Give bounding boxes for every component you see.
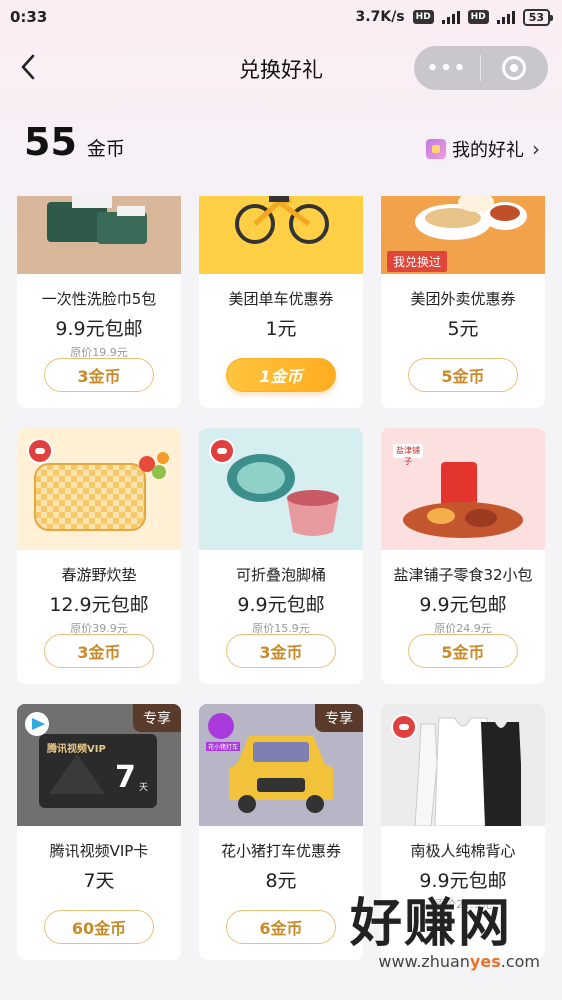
product-name: 可折叠泡脚桶	[235, 566, 326, 584]
redeem-button[interactable]: 5金币	[408, 634, 518, 668]
redeemed-ribbon: 我兑换过	[387, 251, 448, 272]
target-icon	[502, 56, 526, 80]
pig-caption: 花小猪打车	[206, 742, 241, 751]
product-price: 7天	[83, 870, 115, 892]
redeem-button[interactable]: 1金币	[226, 358, 336, 392]
product-grid-viewport[interactable]: 一次性洗脸巾5包 9.9元包邮 原价19.9元 3金币 美团单车优惠券 1元 1…	[0, 196, 562, 1000]
product-price: 8元	[265, 870, 297, 892]
close-miniprogram-button[interactable]	[481, 56, 547, 80]
product-price: 1元	[265, 318, 297, 340]
vip-days-number: 7	[115, 760, 136, 795]
redeem-button[interactable]: 60金币	[44, 910, 154, 944]
redeem-button[interactable]: 3金币	[44, 634, 154, 668]
product-image: 我兑换过	[381, 196, 545, 274]
product-price: 9.9元包邮	[55, 318, 143, 340]
product-image: 盐津铺子	[381, 428, 545, 550]
signal-icon	[441, 10, 460, 24]
product-card[interactable]: 我兑换过 美团外卖优惠券 5元 5金币	[381, 196, 545, 408]
product-card[interactable]: 可折叠泡脚桶 9.9元包邮 原价15.9元 3金币	[199, 428, 363, 684]
product-image	[17, 196, 181, 274]
redeem-button[interactable]: 3金币	[44, 358, 154, 392]
product-card[interactable]: 花小猪打车 专享 花小猪打车优惠券 8元 6金币	[199, 704, 363, 960]
product-card[interactable]: 春游野炊垫 12.9元包邮 原价39.9元 3金币	[17, 428, 181, 684]
product-image	[17, 428, 181, 550]
product-card[interactable]: 美团单车优惠券 1元 1金币	[199, 196, 363, 408]
brand-logo-icon	[209, 438, 235, 464]
chevron-right-icon: ›	[532, 137, 540, 161]
product-price: 9.9元包邮	[419, 870, 507, 892]
product-image	[199, 428, 363, 550]
exclusive-tag: 专享	[133, 704, 181, 732]
product-price: 9.9元包邮	[237, 594, 325, 616]
status-bar: 0:33 3.7K/s HD HD 53	[0, 0, 562, 34]
hd-icon-2: HD	[467, 10, 489, 24]
product-name: 盐津铺子零食32小包	[393, 566, 533, 584]
product-name: 美团外卖优惠券	[410, 290, 516, 308]
product-price: 12.9元包邮	[49, 594, 149, 616]
product-name: 腾讯视频VIP卡	[49, 842, 149, 860]
gift-box-icon	[426, 139, 446, 159]
product-name: 南极人纯棉背心	[410, 842, 516, 860]
product-card[interactable]: 盐津铺子 盐津铺子零食32小包 9.9元包邮 原价24.9元 5金币	[381, 428, 545, 684]
brand-logo-icon	[391, 714, 417, 740]
battery-icon: 53	[522, 8, 554, 26]
product-name: 春游野炊垫	[61, 566, 137, 584]
my-gifts-link[interactable]: 我的好礼 ›	[426, 136, 540, 162]
exclusive-tag: 专享	[315, 704, 363, 732]
coin-balance: 55 金币	[24, 120, 125, 164]
signal-icon-2	[496, 10, 515, 24]
coin-count: 55	[24, 120, 77, 164]
product-name: 美团单车优惠券	[228, 290, 334, 308]
snack-brand-label: 盐津铺子	[396, 446, 420, 466]
product-card[interactable]: 腾讯视频VIP 7 天 专享 腾讯视频VIP卡 7天 60金币	[17, 704, 181, 960]
miniprogram-capsule: •••	[414, 46, 548, 90]
watermark-text: 好赚网	[350, 894, 513, 954]
coin-unit: 金币	[86, 138, 125, 160]
product-card[interactable]: 一次性洗脸巾5包 9.9元包邮 原价19.9元 3金币	[17, 196, 181, 408]
network-speed: 3.7K/s	[355, 9, 405, 25]
brand-logo-icon	[27, 438, 53, 464]
product-price: 9.9元包邮	[419, 594, 507, 616]
nav-bar: 兑换好礼 •••	[0, 40, 562, 96]
redeem-button[interactable]: 6金币	[226, 910, 336, 944]
redeem-button[interactable]: 5金币	[408, 358, 518, 392]
status-indicators: 3.7K/s HD HD 53	[355, 8, 554, 26]
my-gifts-label: 我的好礼	[452, 140, 524, 161]
product-image: 腾讯视频VIP 7 天 专享	[17, 704, 181, 826]
product-image: 花小猪打车 专享	[199, 704, 363, 826]
more-menu-button[interactable]: •••	[414, 58, 480, 79]
status-time: 0:33	[10, 8, 48, 26]
product-image	[199, 196, 363, 274]
hd-icon: HD	[412, 10, 434, 24]
product-name: 花小猪打车优惠券	[220, 842, 341, 860]
watermark-url: www.zhuanyes.com	[378, 952, 540, 971]
vip-days-unit: 天	[139, 783, 149, 793]
product-price: 5元	[447, 318, 479, 340]
redeem-button[interactable]: 3金币	[226, 634, 336, 668]
product-name: 一次性洗脸巾5包	[41, 290, 157, 308]
vip-card-label: 腾讯视频VIP	[47, 744, 106, 755]
product-grid: 一次性洗脸巾5包 9.9元包邮 原价19.9元 3金币 美团单车优惠券 1元 1…	[17, 196, 547, 960]
watermark: 好赚网 www.zhuanyes.com	[350, 896, 550, 986]
product-image	[381, 704, 545, 826]
